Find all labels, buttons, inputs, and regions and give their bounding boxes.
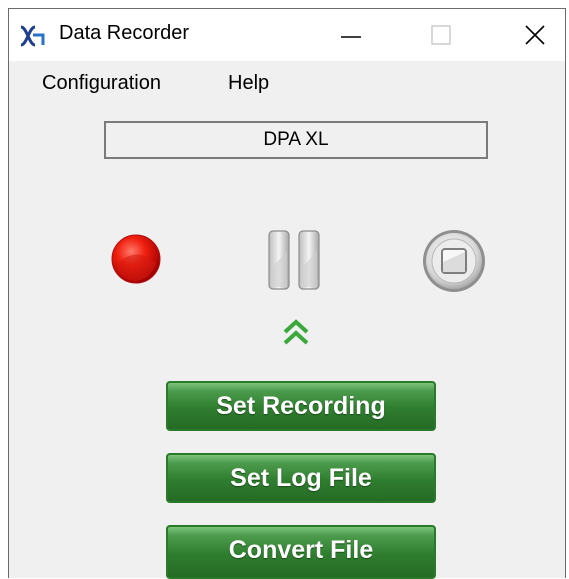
set-log-file-button[interactable]: Set Log File xyxy=(166,453,436,503)
window-title: Data Recorder xyxy=(59,22,190,44)
pause-icon[interactable] xyxy=(267,229,323,291)
close-icon xyxy=(525,25,545,45)
title-bar[interactable]: Data Recorder xyxy=(9,9,565,61)
set-recording-button[interactable]: Set Recording xyxy=(166,381,436,431)
minimize-icon xyxy=(341,36,361,38)
double-chevron-up-icon[interactable] xyxy=(279,315,313,349)
app-window: Data Recorder Configuration Help DPA XL xyxy=(8,8,566,579)
minimize-button[interactable] xyxy=(305,9,397,61)
menu-configuration[interactable]: Configuration xyxy=(42,72,161,95)
record-icon[interactable] xyxy=(110,233,162,285)
close-button[interactable] xyxy=(475,9,567,61)
data-recorder-app-icon xyxy=(20,25,45,47)
stop-icon[interactable] xyxy=(421,228,487,294)
menu-bar: Configuration Help xyxy=(9,61,565,105)
device-name-display: DPA XL xyxy=(104,121,488,159)
menu-help[interactable]: Help xyxy=(228,72,269,95)
convert-file-button[interactable]: Convert File xyxy=(166,525,436,579)
